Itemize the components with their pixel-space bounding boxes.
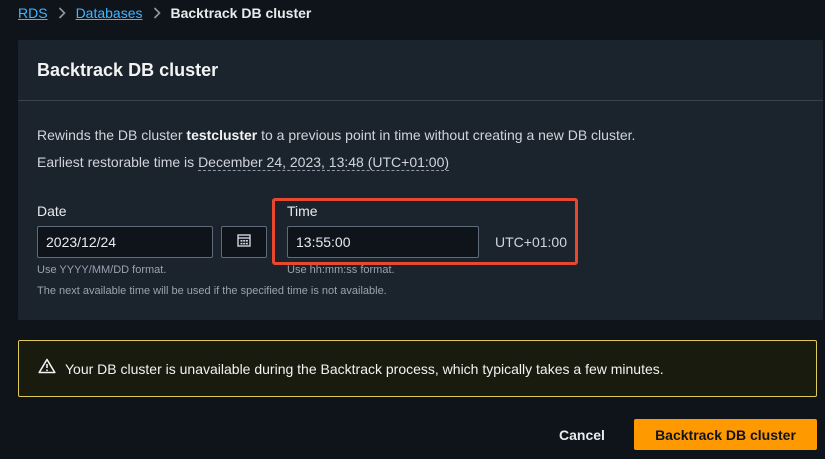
- cancel-button[interactable]: Cancel: [548, 420, 616, 450]
- panel-header: Backtrack DB cluster: [18, 40, 823, 101]
- backtrack-submit-button[interactable]: Backtrack DB cluster: [634, 419, 817, 450]
- date-hint: Use YYYY/MM/DD format.: [37, 264, 167, 276]
- breadcrumb-current: Backtrack DB cluster: [170, 5, 312, 21]
- backtrack-panel: Backtrack DB cluster Rewinds the DB clus…: [18, 40, 823, 320]
- earliest-restorable-time: Earliest restorable time is December 24,…: [37, 153, 823, 171]
- panel-title: Backtrack DB cluster: [37, 59, 219, 80]
- timezone-label: UTC+01:00: [495, 234, 567, 250]
- warning-icon: [38, 358, 56, 379]
- availability-note: The next available time will be used if …: [37, 285, 387, 297]
- date-label: Date: [37, 203, 67, 219]
- time-hint: Use hh:mm:ss format.: [287, 264, 395, 276]
- calendar-icon: [237, 233, 251, 252]
- warning-text: Your DB cluster is unavailable during th…: [65, 360, 664, 377]
- calendar-button[interactable]: [221, 226, 267, 258]
- cluster-name: testcluster: [186, 127, 258, 143]
- date-input[interactable]: 2023/12/24: [37, 226, 213, 258]
- description-suffix: to a previous point in time without crea…: [257, 127, 636, 143]
- breadcrumb: RDS Databases Backtrack DB cluster: [18, 4, 311, 22]
- chevron-right-icon: [58, 7, 66, 19]
- earliest-time-value: December 24, 2023, 13:48 (UTC+01:00): [198, 154, 450, 171]
- time-input[interactable]: 13:55:00: [287, 226, 479, 258]
- description-prefix: Rewinds the DB cluster: [37, 127, 187, 143]
- breadcrumb-link-databases[interactable]: Databases: [76, 5, 143, 21]
- earliest-prefix: Earliest restorable time is: [37, 154, 199, 170]
- chevron-right-icon: [153, 7, 161, 19]
- time-label: Time: [287, 203, 318, 219]
- warning-alert: Your DB cluster is unavailable during th…: [18, 340, 817, 397]
- breadcrumb-link-rds[interactable]: RDS: [18, 5, 48, 21]
- panel-body: Rewinds the DB cluster testcluster to a …: [18, 101, 823, 171]
- panel-description: Rewinds the DB cluster testcluster to a …: [37, 126, 823, 144]
